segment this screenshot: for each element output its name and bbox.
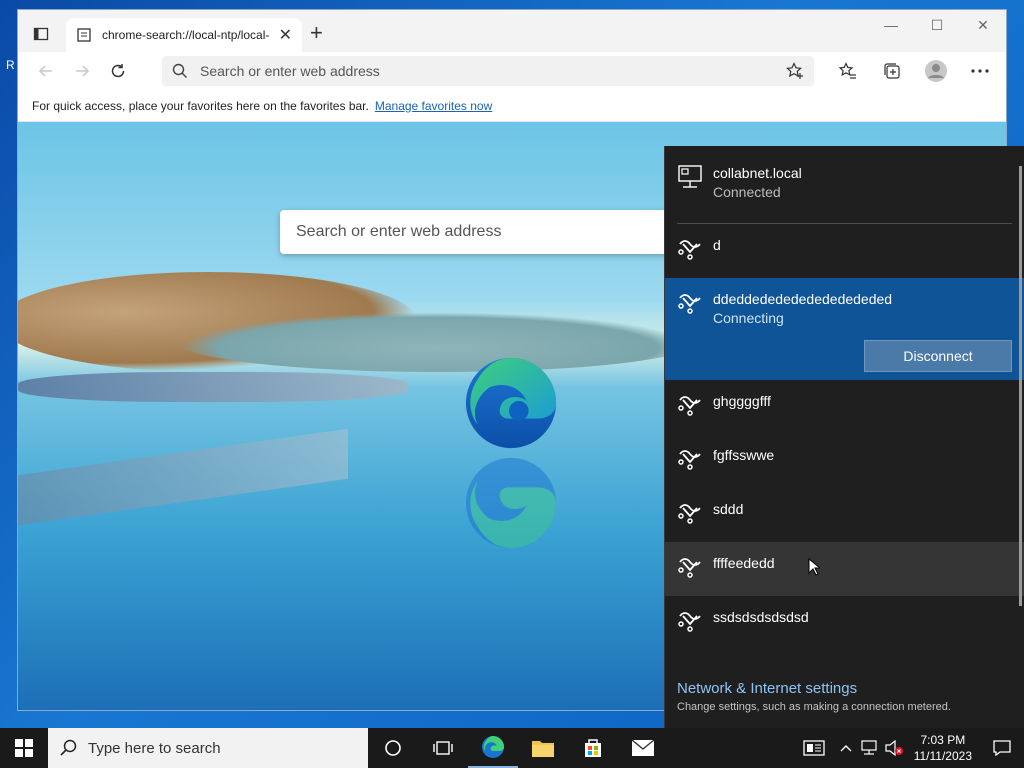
network-name: ghggggfff xyxy=(713,393,771,409)
desktop-icon-label[interactable]: R xyxy=(6,58,15,72)
taskbar-search-input[interactable]: Type here to search xyxy=(48,728,368,768)
store-icon[interactable] xyxy=(568,728,618,768)
address-bar[interactable]: Search or enter web address xyxy=(162,56,814,86)
network-status: Connecting xyxy=(713,310,784,326)
favorites-bar: For quick access, place your favorites h… xyxy=(18,90,1006,122)
dialup-network-icon xyxy=(678,294,701,314)
clock[interactable]: 7:03 PM 11/11/2023 xyxy=(906,732,980,764)
network-name: d xyxy=(713,237,721,253)
task-view-icon[interactable] xyxy=(418,728,468,768)
dialup-network-icon xyxy=(678,240,701,260)
ethernet-icon xyxy=(678,165,702,188)
background-hill-far xyxy=(178,312,698,372)
system-tray: 7:03 PM 11/11/2023 xyxy=(794,728,1024,768)
network-item[interactable]: fgffsswwe xyxy=(665,434,1024,488)
edge-logo-icon xyxy=(465,357,557,449)
dialup-network-icon xyxy=(678,450,701,470)
news-widget-icon[interactable] xyxy=(794,728,834,768)
network-item-selected[interactable]: ddeddededededededededed Connecting Disco… xyxy=(665,278,1024,380)
file-explorer-icon[interactable] xyxy=(518,728,568,768)
network-name: ffffeededd xyxy=(713,555,775,571)
tab-active[interactable]: chrome-search://local-ntp/local- ✕ xyxy=(66,18,302,52)
page-search-placeholder: Search or enter web address xyxy=(296,223,502,240)
network-settings[interactable]: Network & Internet settings Change setti… xyxy=(677,680,951,713)
favorites-bar-text: For quick access, place your favorites h… xyxy=(32,98,369,113)
maximize-icon[interactable]: ☐ xyxy=(914,10,960,40)
network-name: ddeddededededededededed xyxy=(713,291,893,307)
minimize-icon[interactable]: — xyxy=(868,10,914,40)
network-name: ssdsdsdsdsdsd xyxy=(713,609,809,625)
tab-close-icon[interactable]: ✕ xyxy=(279,25,292,45)
clock-date: 11/11/2023 xyxy=(913,749,972,763)
mail-icon[interactable] xyxy=(618,728,668,768)
dialup-network-icon xyxy=(678,612,701,632)
close-window-icon[interactable]: ✕ xyxy=(960,10,1006,40)
search-icon xyxy=(60,739,77,756)
dialup-network-icon xyxy=(678,396,701,416)
clock-time: 7:03 PM xyxy=(920,733,966,747)
collections-icon[interactable] xyxy=(870,56,914,86)
volume-muted-icon[interactable] xyxy=(882,728,906,768)
more-options-icon[interactable] xyxy=(958,56,1002,86)
taskbar: Type here to search 7:03 PM 11/11/2023 xyxy=(0,728,1024,768)
manage-favorites-link[interactable]: Manage favorites now xyxy=(375,99,492,113)
forward-icon[interactable] xyxy=(64,56,100,86)
network-flyout: collabnet.local Connected d ddeddededede… xyxy=(664,146,1024,728)
dialup-network-icon xyxy=(678,558,701,578)
toolbar: Search or enter web address xyxy=(18,52,1006,90)
tab-actions-icon[interactable] xyxy=(26,21,56,47)
flyout-scrollbar[interactable] xyxy=(1019,166,1022,606)
tab-bar: chrome-search://local-ntp/local- ✕ + — ☐… xyxy=(18,10,1006,52)
add-favorite-icon[interactable] xyxy=(786,62,804,80)
network-tray-icon[interactable] xyxy=(858,728,882,768)
notifications-icon[interactable] xyxy=(980,728,1024,768)
network-item[interactable]: ssdsdsdsdsdsd xyxy=(665,596,1024,650)
disconnect-button[interactable]: Disconnect xyxy=(864,340,1012,372)
profile-avatar-icon[interactable] xyxy=(914,56,958,86)
connected-network-name: collabnet.local xyxy=(713,165,802,181)
network-name: fgffsswwe xyxy=(713,447,775,463)
search-icon xyxy=(172,63,187,78)
favorites-icon[interactable] xyxy=(826,56,870,86)
page-favicon-icon xyxy=(77,28,91,42)
window-controls: — ☐ ✕ xyxy=(868,10,1006,40)
tab-title: chrome-search://local-ntp/local- xyxy=(102,28,270,42)
dialup-network-icon xyxy=(678,504,701,524)
edge-logo-reflection-icon xyxy=(465,457,557,549)
cortana-icon[interactable] xyxy=(368,728,418,768)
network-item[interactable]: sddd xyxy=(665,488,1024,542)
start-button[interactable] xyxy=(0,728,48,768)
taskbar-search-placeholder: Type here to search xyxy=(88,739,221,757)
windows-logo-icon xyxy=(15,739,33,757)
network-settings-description: Change settings, such as making a connec… xyxy=(677,701,951,713)
mouse-cursor-icon xyxy=(808,558,820,576)
refresh-icon[interactable] xyxy=(100,56,136,86)
network-item[interactable]: ghggggfff xyxy=(665,380,1024,434)
network-item-hovered[interactable]: ffffeededd xyxy=(665,542,1024,596)
network-item[interactable]: d xyxy=(665,224,1024,278)
background-shore-reflection xyxy=(18,428,348,526)
edge-taskbar-icon[interactable] xyxy=(468,728,518,768)
address-placeholder: Search or enter web address xyxy=(200,63,380,79)
back-icon[interactable] xyxy=(28,56,64,86)
chevron-up-icon[interactable] xyxy=(834,728,858,768)
connected-network-status: Connected xyxy=(713,184,781,200)
new-tab-button[interactable]: + xyxy=(310,22,323,44)
background-shore xyxy=(18,372,408,402)
toolbar-actions xyxy=(826,56,1002,86)
connected-network[interactable]: collabnet.local Connected xyxy=(665,146,1024,224)
network-name: sddd xyxy=(713,501,744,517)
network-settings-link[interactable]: Network & Internet settings xyxy=(677,680,951,697)
page-search-input[interactable]: Search or enter web address xyxy=(280,210,700,254)
